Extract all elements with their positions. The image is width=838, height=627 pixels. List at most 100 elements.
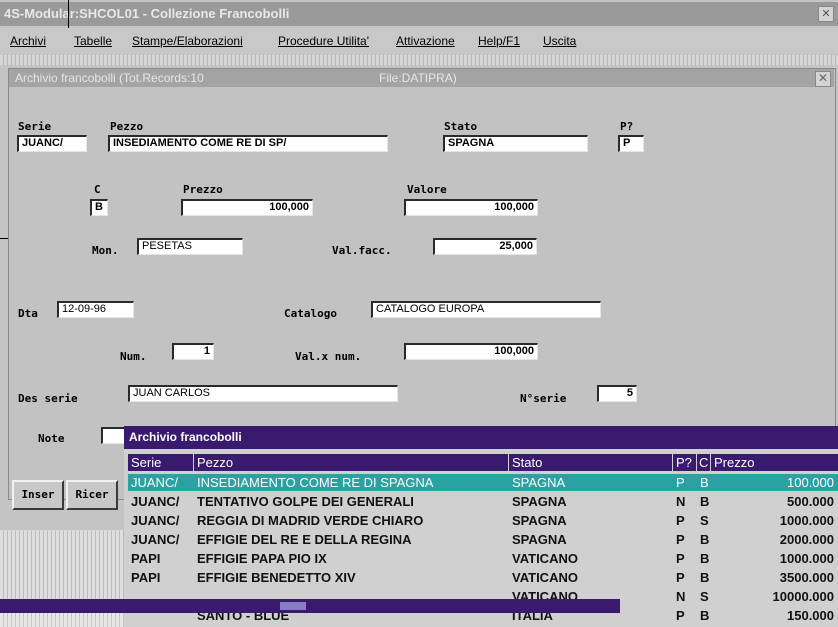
- column-header-c[interactable]: C: [697, 454, 711, 471]
- row-pezzo: EFFIGIE BENEDETTO XIV: [197, 570, 356, 585]
- row-stato: SPAGNA: [512, 475, 566, 490]
- archive-popup-titlebar: Archivio francobolli: [124, 426, 838, 449]
- stato-label: Stato: [444, 120, 478, 133]
- menu-uscita[interactable]: Uscita: [543, 34, 576, 48]
- valxnum-field[interactable]: 100,000: [404, 343, 538, 360]
- row-prezzo: 500.000: [787, 494, 834, 509]
- close-icon[interactable]: ✕: [818, 6, 834, 22]
- row-c: B: [700, 494, 710, 509]
- desserie-field[interactable]: JUAN CARLOS: [128, 385, 398, 402]
- menu-attivazione[interactable]: Attivazione: [396, 34, 455, 48]
- app-titlebar: 4S-Modular:SHCOL01 - Collezione Francobo…: [0, 2, 838, 26]
- catalogo-label: Catalogo: [284, 307, 337, 320]
- menu-procedure[interactable]: Procedure Utilita': [278, 34, 369, 48]
- c-label: C: [94, 183, 101, 196]
- pezzo-field[interactable]: INSEDIAMENTO COME RE DI SP/: [108, 135, 388, 152]
- row-c: S: [700, 513, 709, 528]
- column-header-p[interactable]: P?: [673, 454, 697, 471]
- row-c: B: [700, 570, 710, 585]
- dta-field[interactable]: 12-09-96: [57, 301, 134, 318]
- archive-popup-title: Archivio francobolli: [129, 430, 242, 444]
- toolbar-strip: [0, 55, 838, 65]
- serie-field[interactable]: JUANC/: [17, 135, 87, 152]
- menu-bar: Archivi Tabelle Stampe/Elaborazioni Proc…: [0, 28, 838, 54]
- row-serie: PAPI: [131, 551, 161, 566]
- valore-label: Valore: [407, 183, 447, 196]
- desserie-label: Des serie: [18, 392, 78, 405]
- column-header-pezzo[interactable]: Pezzo: [194, 454, 509, 471]
- nserie-field[interactable]: 5: [597, 385, 637, 402]
- row-c: B: [700, 551, 710, 566]
- column-header-stato[interactable]: Stato: [509, 454, 673, 471]
- row-serie: PAPI: [131, 570, 161, 585]
- prezzo-label: Prezzo: [183, 183, 223, 196]
- prezzo-field[interactable]: 100,000: [181, 199, 313, 216]
- row-pezzo: REGGIA DI MADRID VERDE CHIARO: [197, 513, 424, 528]
- row-p: P: [676, 513, 685, 528]
- row-p: N: [676, 494, 686, 509]
- row-prezzo: 100.000: [787, 475, 834, 490]
- num-label: Num.: [120, 350, 147, 363]
- table-row[interactable]: JUANC/REGGIA DI MADRID VERDE CHIARO SPAGN…: [128, 512, 838, 529]
- row-prezzo: 1000.000: [779, 513, 834, 528]
- background-strip: [0, 613, 124, 627]
- close-icon[interactable]: ✕: [815, 71, 831, 87]
- row-prezzo: 150.000: [787, 608, 834, 623]
- row-serie: JUANC/: [131, 532, 180, 547]
- row-stato: SPAGNA: [512, 494, 567, 509]
- row-p: P: [676, 551, 685, 566]
- row-p: N: [676, 589, 686, 604]
- nserie-label: N°serie: [520, 392, 567, 405]
- mon-label: Mon.: [92, 244, 119, 257]
- inser-button[interactable]: Inser: [12, 480, 64, 510]
- row-p: P: [676, 475, 685, 490]
- pezzo-label: Pezzo: [110, 120, 144, 133]
- archive-window-title: Archivio francobolli (Tot.Records:10: [15, 71, 204, 85]
- c-field[interactable]: B: [90, 199, 108, 216]
- valxnum-label: Val.x num.: [295, 350, 362, 363]
- menu-stampe[interactable]: Stampe/Elaborazioni: [132, 34, 243, 48]
- menu-help[interactable]: Help/F1: [478, 34, 520, 48]
- menu-archivi[interactable]: Archivi: [10, 34, 46, 48]
- row-p: P: [676, 608, 685, 623]
- table-row[interactable]: JUANC/INSEDIAMENTO COME RE DI SPAGNA SPAG…: [128, 474, 838, 491]
- row-pezzo: INSEDIAMENTO COME RE DI SPAGNA: [197, 475, 434, 490]
- row-c: B: [700, 532, 710, 547]
- row-c: B: [700, 475, 709, 490]
- table-row[interactable]: PAPI EFFIGIE BENEDETTO XIV VATICANO P B 3500.…: [128, 569, 838, 586]
- scroll-thumb[interactable]: [280, 602, 306, 610]
- row-c: S: [700, 589, 709, 604]
- valfacc-field[interactable]: 25,000: [433, 238, 537, 255]
- status-bar: [0, 599, 620, 613]
- archive-window-file: File:DATIPRA): [379, 71, 457, 85]
- stato-field[interactable]: SPAGNA: [443, 135, 588, 152]
- p-field[interactable]: P: [618, 135, 644, 152]
- table-row[interactable]: JUANC/TENTATIVO GOLPE DEI GENERALI SPAGNA…: [128, 493, 838, 510]
- column-header-serie[interactable]: Serie: [128, 454, 194, 471]
- mon-field[interactable]: PESETAS: [137, 238, 243, 255]
- table-row[interactable]: PAPI EFFIGIE PAPA PIO IX VATICANO P B 1000.00…: [128, 550, 838, 567]
- note-label: Note: [38, 432, 65, 445]
- column-header-prezzo[interactable]: Prezzo: [711, 454, 838, 471]
- catalogo-field[interactable]: CATALOGO EUROPA: [371, 301, 601, 318]
- row-serie: JUANC/: [131, 475, 178, 490]
- valfacc-label: Val.facc.: [332, 244, 392, 257]
- menu-tabelle[interactable]: Tabelle: [74, 34, 112, 48]
- row-prezzo: 3500.000: [779, 570, 834, 585]
- row-stato: VATICANO: [512, 570, 578, 585]
- row-stato: SPAGNA: [512, 513, 567, 528]
- app-title: 4S-Modular:SHCOL01 - Collezione Francobo…: [4, 6, 290, 21]
- table-row[interactable]: JUANC/EFFIGIE DEL RE E DELLA REGINA SPAGN…: [128, 531, 838, 548]
- row-stato: VATICANO: [512, 551, 578, 566]
- p-label: P?: [620, 120, 634, 133]
- row-serie: JUANC/: [131, 513, 180, 528]
- ricer-button[interactable]: Ricer: [66, 480, 118, 510]
- row-prezzo: 2000.000: [779, 532, 834, 547]
- background-strip: [0, 530, 124, 600]
- num-field[interactable]: 1: [172, 343, 214, 360]
- valore-field[interactable]: 100,000: [404, 199, 538, 216]
- row-pezzo: EFFIGIE DEL RE E DELLA REGINA: [197, 532, 412, 547]
- row-pezzo: TENTATIVO GOLPE DEI GENERALI: [197, 494, 414, 509]
- serie-label: Serie: [18, 120, 52, 133]
- dta-label: Dta: [18, 307, 38, 320]
